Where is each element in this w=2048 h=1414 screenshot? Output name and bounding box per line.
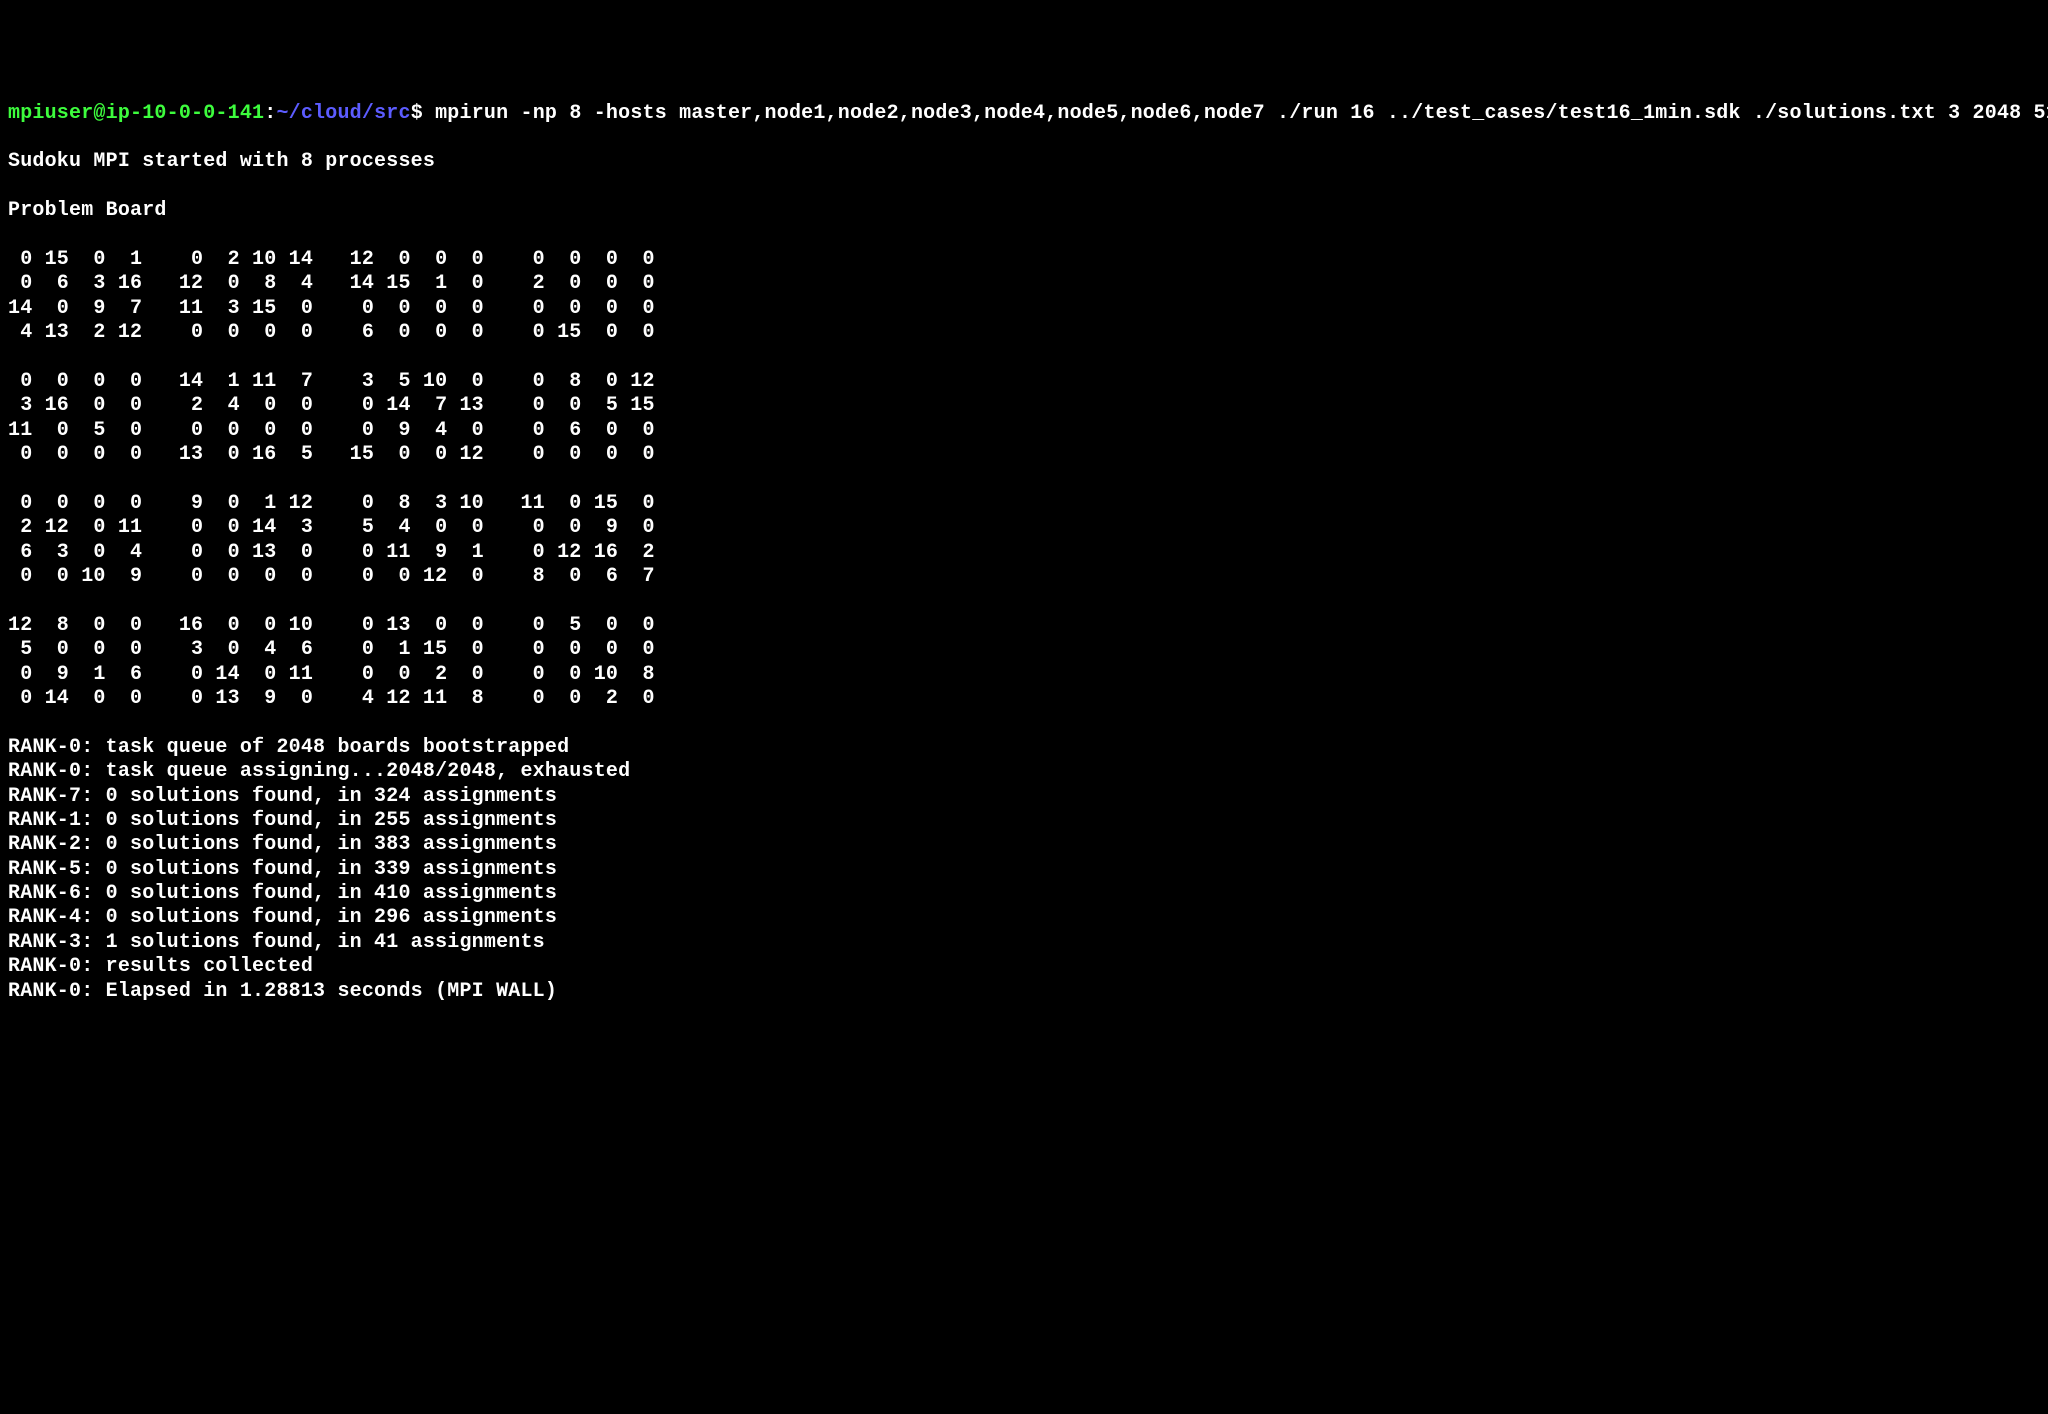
- prompt-dollar: $: [411, 102, 435, 125]
- board-row: [8, 345, 2040, 369]
- result-line: RANK-0: results collected: [8, 955, 2040, 979]
- output-header-line: Problem Board: [8, 199, 2040, 223]
- board-row: 0 0 0 0 14 1 11 7 3 5 10 0 0 8 0 12: [8, 370, 2040, 394]
- board-row: 0 9 1 6 0 14 0 11 0 0 2 0 0 0 10 8: [8, 663, 2040, 687]
- output-header-line: [8, 224, 2040, 248]
- board-row: 2 12 0 11 0 0 14 3 5 4 0 0 0 0 9 0: [8, 516, 2040, 540]
- board-row: 5 0 0 0 3 0 4 6 0 1 15 0 0 0 0 0: [8, 638, 2040, 662]
- prompt-user-host: mpiuser@ip-10-0-0-141: [8, 102, 264, 125]
- board-row: 6 3 0 4 0 0 13 0 0 11 9 1 0 12 16 2: [8, 541, 2040, 565]
- result-line: RANK-5: 0 solutions found, in 339 assign…: [8, 858, 2040, 882]
- terminal-output: Sudoku MPI started with 8 processes Prob…: [8, 150, 2040, 1004]
- prompt-path: ~/cloud/src: [276, 102, 410, 125]
- board-row: 4 13 2 12 0 0 0 0 6 0 0 0 0 15 0 0: [8, 321, 2040, 345]
- result-line: [8, 711, 2040, 735]
- result-line: RANK-7: 0 solutions found, in 324 assign…: [8, 785, 2040, 809]
- prompt-separator: :: [264, 102, 276, 125]
- result-line: RANK-4: 0 solutions found, in 296 assign…: [8, 906, 2040, 930]
- board-row: 0 14 0 0 0 13 9 0 4 12 11 8 0 0 2 0: [8, 687, 2040, 711]
- board-row: 3 16 0 0 2 4 0 0 0 14 7 13 0 0 5 15: [8, 394, 2040, 418]
- output-header-line: [8, 175, 2040, 199]
- board-row: 0 6 3 16 12 0 8 4 14 15 1 0 2 0 0 0: [8, 272, 2040, 296]
- terminal-prompt-line[interactable]: mpiuser@ip-10-0-0-141:~/cloud/src$ mpiru…: [8, 102, 2040, 126]
- board-row: 0 0 0 0 13 0 16 5 15 0 0 12 0 0 0 0: [8, 443, 2040, 467]
- board-row: [8, 589, 2040, 613]
- result-line: RANK-6: 0 solutions found, in 410 assign…: [8, 882, 2040, 906]
- result-line: RANK-0: Elapsed in 1.28813 seconds (MPI …: [8, 980, 2040, 1004]
- board-row: 0 15 0 1 0 2 10 14 12 0 0 0 0 0 0 0: [8, 248, 2040, 272]
- board-row: 12 8 0 0 16 0 0 10 0 13 0 0 0 5 0 0: [8, 614, 2040, 638]
- result-line: RANK-1: 0 solutions found, in 255 assign…: [8, 809, 2040, 833]
- result-line: RANK-2: 0 solutions found, in 383 assign…: [8, 833, 2040, 857]
- board-row: [8, 467, 2040, 491]
- command-text: mpirun -np 8 -hosts master,node1,node2,n…: [435, 102, 2048, 125]
- result-line: RANK-0: task queue assigning...2048/2048…: [8, 760, 2040, 784]
- board-row: 0 0 10 9 0 0 0 0 0 0 12 0 8 0 6 7: [8, 565, 2040, 589]
- board-row: 11 0 5 0 0 0 0 0 0 9 4 0 0 6 0 0: [8, 419, 2040, 443]
- result-line: RANK-0: task queue of 2048 boards bootst…: [8, 736, 2040, 760]
- result-line: RANK-3: 1 solutions found, in 41 assignm…: [8, 931, 2040, 955]
- board-row: 0 0 0 0 9 0 1 12 0 8 3 10 11 0 15 0: [8, 492, 2040, 516]
- output-header-line: Sudoku MPI started with 8 processes: [8, 150, 2040, 174]
- board-row: 14 0 9 7 11 3 15 0 0 0 0 0 0 0 0 0: [8, 297, 2040, 321]
